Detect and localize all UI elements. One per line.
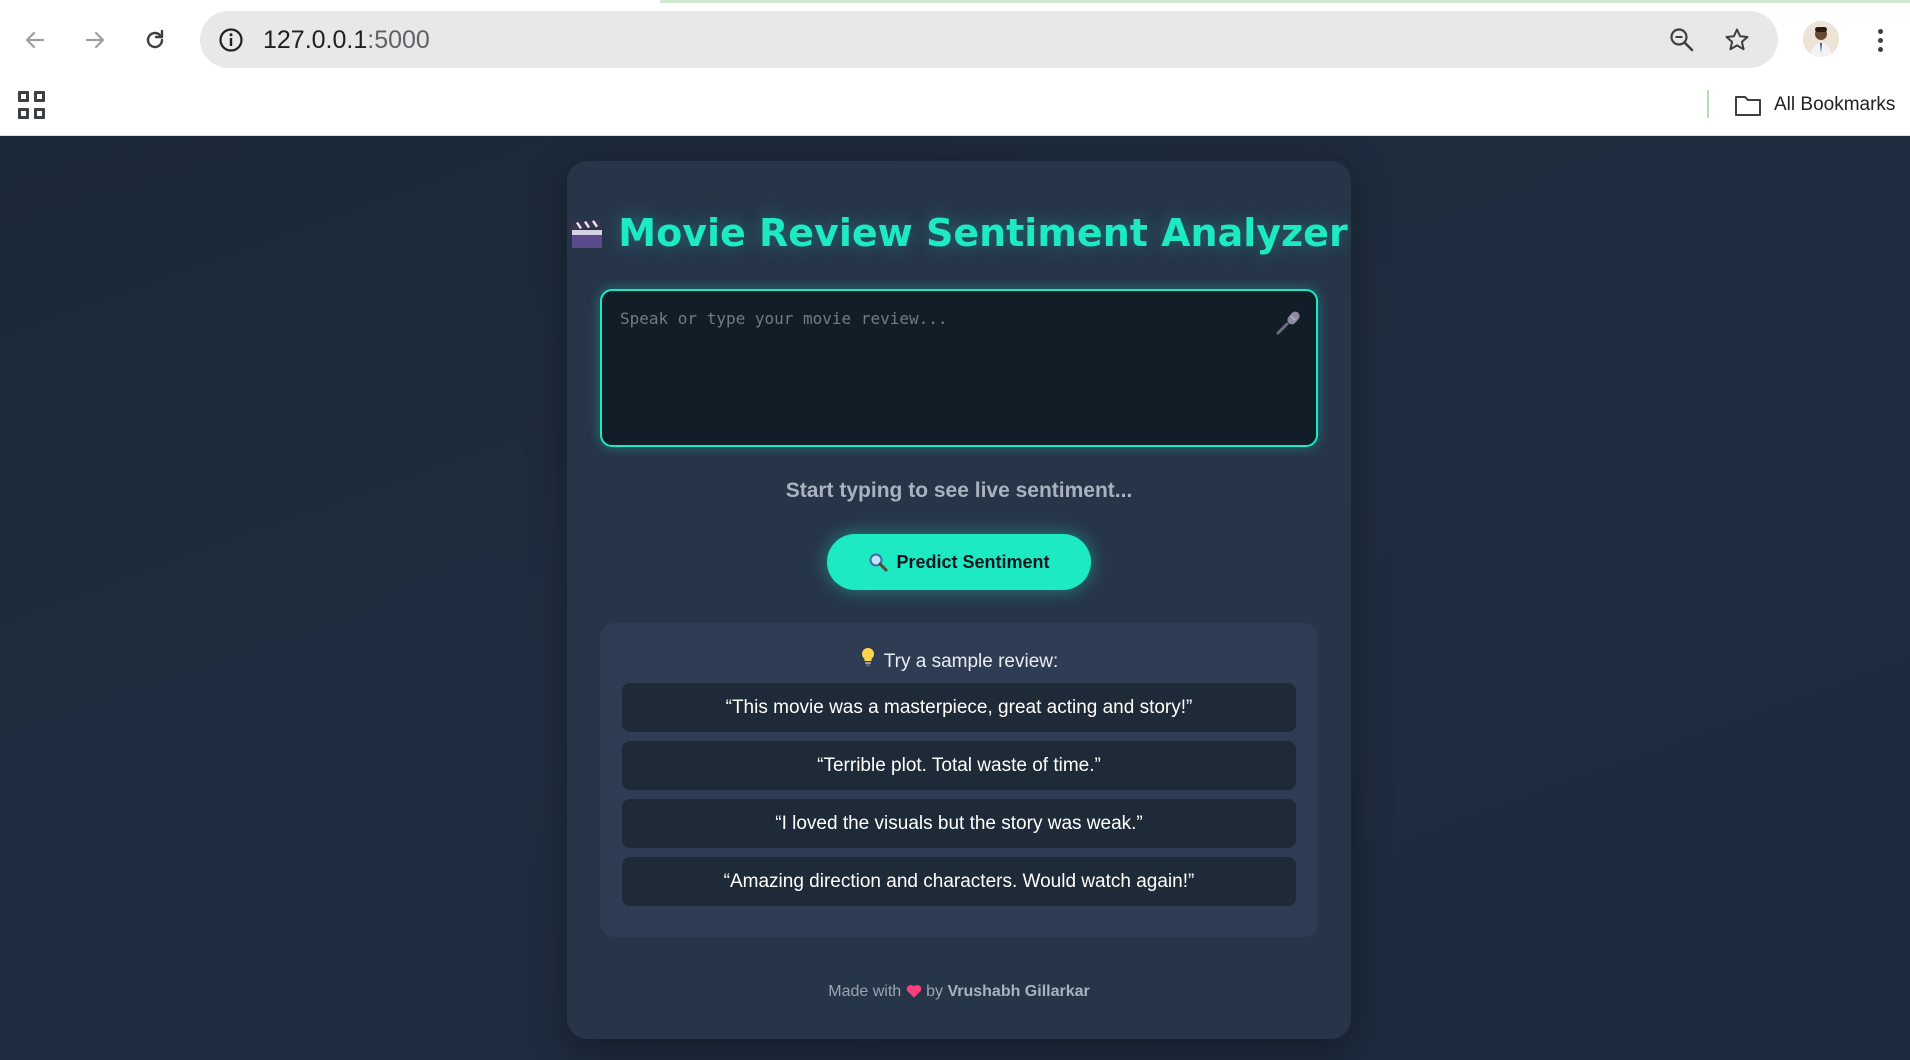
sample-reviews-panel: Try a sample review: “This movie was a m… bbox=[600, 623, 1318, 937]
bookmarks-bar: All Bookmarks bbox=[0, 78, 1910, 136]
all-bookmarks-button[interactable]: All Bookmarks bbox=[1734, 90, 1895, 120]
reload-icon bbox=[146, 29, 164, 49]
menu-dot bbox=[1877, 46, 1883, 52]
apps-grid-cell bbox=[18, 107, 29, 119]
page-load-indicator bbox=[660, 0, 1910, 3]
sample-review-button[interactable]: “Amazing direction and characters. Would… bbox=[622, 857, 1296, 906]
site-info-button[interactable] bbox=[216, 25, 246, 55]
footer-author: Vrushabh Gillarkar bbox=[947, 983, 1090, 1000]
footer-made-with: Made with bbox=[828, 983, 902, 1000]
sample-review-button[interactable]: “I loved the visuals but the story was w… bbox=[622, 799, 1296, 848]
sample-reviews-heading: Try a sample review: bbox=[600, 647, 1318, 673]
apps-grid-cell bbox=[34, 91, 45, 102]
sample-reviews-heading-text: Try a sample review: bbox=[883, 651, 1059, 672]
predict-sentiment-button[interactable]: Predict Sentiment bbox=[827, 534, 1091, 590]
profile-picture-icon bbox=[1803, 21, 1839, 57]
bookmark-star-button[interactable] bbox=[1722, 25, 1752, 55]
sample-review-button[interactable]: “Terrible plot. Total waste of time.” bbox=[622, 741, 1296, 790]
zoom-button[interactable] bbox=[1667, 25, 1697, 55]
forward-arrow-icon bbox=[85, 31, 105, 49]
address-bar[interactable]: 127.0.0.1:5000 bbox=[200, 11, 1778, 68]
bookmarks-divider bbox=[1707, 90, 1709, 118]
url-text[interactable]: 127.0.0.1:5000 bbox=[263, 26, 430, 55]
zoom-icon bbox=[1670, 28, 1694, 52]
page-title: Movie Review Sentiment Analyzer bbox=[567, 211, 1351, 255]
predict-sentiment-label: Predict Sentiment bbox=[896, 551, 1050, 572]
apps-grid-icon[interactable] bbox=[18, 91, 46, 119]
clapperboard-icon bbox=[570, 214, 604, 248]
browser-menu-button[interactable] bbox=[1868, 20, 1892, 60]
reload-button[interactable] bbox=[135, 20, 175, 60]
microphone-button[interactable] bbox=[1274, 309, 1302, 337]
magnifier-icon bbox=[869, 553, 888, 572]
info-icon bbox=[219, 28, 243, 52]
all-bookmarks-label: All Bookmarks bbox=[1774, 94, 1896, 115]
back-arrow-icon bbox=[25, 31, 45, 49]
page-background: Movie Review Sentiment Analyzer Start ty… bbox=[0, 136, 1910, 1060]
menu-dot bbox=[1877, 37, 1883, 43]
page-title-text: Movie Review Sentiment Analyzer bbox=[618, 211, 1348, 255]
url-host: 127.0.0.1 bbox=[263, 26, 368, 54]
review-input-wrapper bbox=[600, 289, 1318, 447]
apps-grid-cell bbox=[34, 107, 45, 119]
url-port: :5000 bbox=[367, 26, 430, 54]
sample-review-button[interactable]: “This movie was a masterpiece, great act… bbox=[622, 683, 1296, 732]
microphone-icon bbox=[1276, 311, 1300, 335]
heart-icon bbox=[906, 983, 926, 1000]
live-sentiment-status: Start typing to see live sentiment... bbox=[785, 479, 1133, 502]
profile-avatar[interactable] bbox=[1803, 21, 1839, 57]
folder-icon bbox=[1735, 96, 1761, 116]
footer-credit: Made with by Vrushabh Gillarkar bbox=[567, 983, 1351, 1001]
review-input[interactable] bbox=[602, 291, 1316, 445]
browser-toolbar: 127.0.0.1:5000 bbox=[0, 0, 1910, 78]
star-icon bbox=[1725, 28, 1749, 51]
back-button[interactable] bbox=[15, 20, 55, 60]
footer-by: by bbox=[926, 983, 943, 1000]
menu-dot bbox=[1877, 28, 1883, 34]
lightbulb-icon bbox=[860, 647, 876, 673]
apps-grid-cell bbox=[18, 91, 29, 102]
forward-button[interactable] bbox=[75, 20, 115, 60]
analyzer-card: Movie Review Sentiment Analyzer Start ty… bbox=[567, 161, 1351, 1039]
